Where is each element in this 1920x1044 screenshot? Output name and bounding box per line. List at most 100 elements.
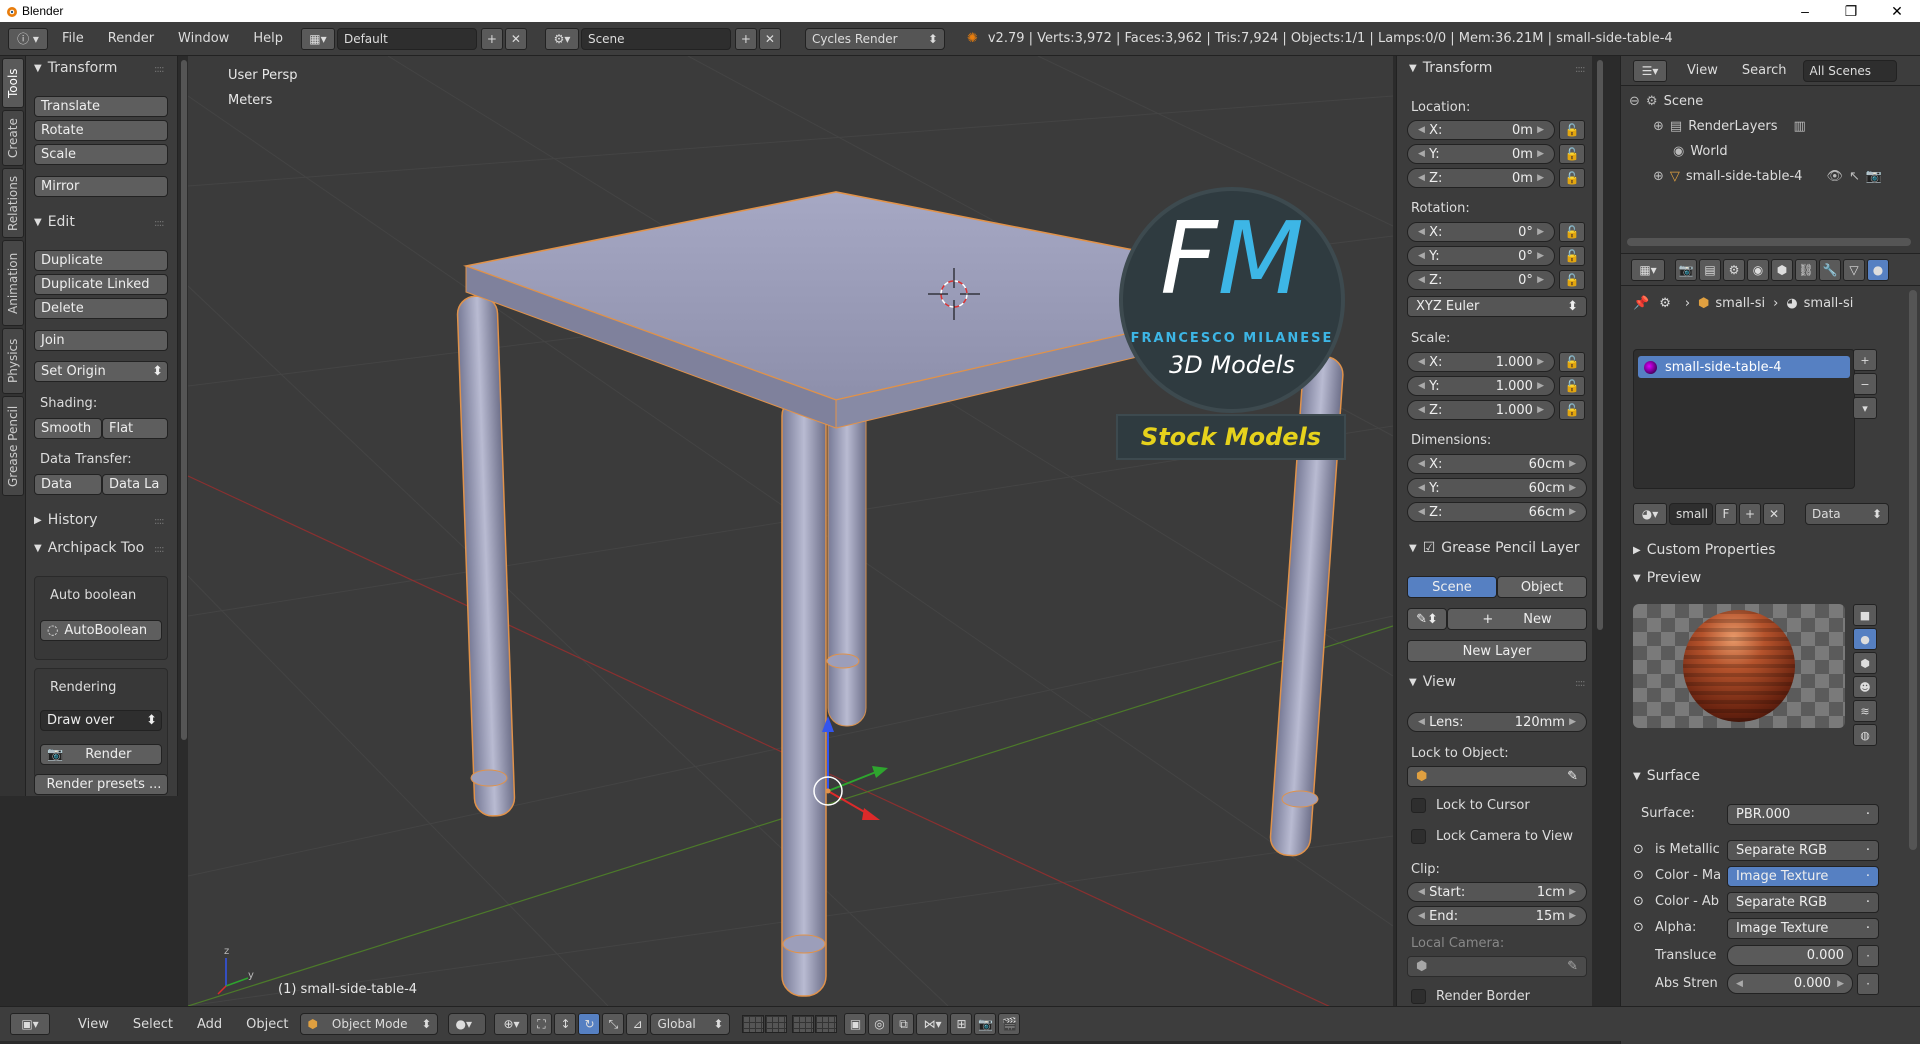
panel-grip-icon[interactable]: ::::: [154, 544, 165, 555]
tab-create[interactable]: Create: [2, 110, 24, 166]
panel-grip-icon[interactable]: ::::: [154, 218, 165, 229]
color-ma-input-field[interactable]: Image Texture ·: [1727, 866, 1879, 887]
lock-icon[interactable]: 🔓: [1559, 376, 1585, 396]
screen-layout-field[interactable]: Default: [336, 27, 477, 50]
arrow-left-icon[interactable]: ◀: [1418, 227, 1425, 237]
arrow-right-icon[interactable]: ▶: [1569, 717, 1576, 727]
arrow-left-icon[interactable]: ◀: [1418, 507, 1425, 517]
arrow-right-icon[interactable]: ▶: [1537, 405, 1544, 415]
gp-object-button[interactable]: Object: [1497, 576, 1587, 598]
preview-cube-icon[interactable]: ⬢: [1853, 652, 1877, 674]
delete-button[interactable]: Delete: [34, 298, 168, 319]
location-y-field[interactable]: ◀ Y: 0m ▶: [1407, 144, 1555, 164]
lock-icon[interactable]: 🔓: [1559, 270, 1585, 290]
material-browse-icon[interactable]: ◕▾: [1633, 503, 1667, 525]
eyedropper-icon[interactable]: ✎: [1567, 769, 1578, 784]
rotation-y-field[interactable]: ◀ Y: 0° ▶: [1407, 246, 1555, 266]
translate-button[interactable]: Translate: [34, 96, 168, 117]
arrow-right-icon[interactable]: ▶: [1569, 459, 1576, 469]
lock-icon[interactable]: 🔓: [1559, 400, 1585, 420]
preview-flat-icon[interactable]: ■: [1853, 604, 1877, 626]
location-z-field[interactable]: ◀ Z: 0m ▶: [1407, 168, 1555, 188]
arrow-left-icon[interactable]: ◀: [1418, 173, 1425, 183]
material-tab-icon[interactable]: ●: [1867, 258, 1889, 281]
preview-header[interactable]: ▼ Preview: [1633, 570, 1701, 586]
arrow-right-icon[interactable]: ▶: [1837, 979, 1844, 989]
scale-manipulator-icon[interactable]: ⤡: [602, 1013, 625, 1035]
lock-icon[interactable]: 🔓: [1559, 120, 1585, 140]
menu-view[interactable]: View: [66, 1017, 121, 1032]
join-button[interactable]: Join: [34, 330, 168, 351]
alpha-input-field[interactable]: Image Texture ·: [1727, 918, 1879, 939]
preview-hair-icon[interactable]: ≋: [1853, 700, 1877, 722]
arrow-left-icon[interactable]: ◀: [1418, 251, 1425, 261]
arrow-left-icon[interactable]: ◀: [1418, 357, 1425, 367]
scene-selector-icon[interactable]: ⚙▾: [544, 27, 579, 50]
outliner-row-object[interactable]: ⊕ ▽ small-side-table-4 👁 ↖ 📷: [1653, 169, 1888, 184]
arrow-right-icon[interactable]: ▶: [1537, 251, 1544, 261]
preview-world-icon[interactable]: ◍: [1853, 724, 1877, 746]
transform-panel-header[interactable]: ▼ Transform: [34, 60, 117, 76]
info-editor-type-icon[interactable]: ⓘ ▾: [8, 27, 48, 50]
lock-icon[interactable]: 🔓: [1559, 168, 1585, 188]
panel-grip-icon[interactable]: ::::: [154, 64, 165, 75]
layers-grid-icon[interactable]: [815, 1015, 838, 1033]
menu-help[interactable]: Help: [241, 31, 295, 46]
clip-start-field[interactable]: ◀ Start: 1cm ▶: [1407, 882, 1587, 902]
archipack-panel-header[interactable]: ▼ Archipack Too: [34, 540, 144, 556]
render-engine-dropdown[interactable]: Cycles Render ⬍: [804, 27, 945, 50]
remove-scene-icon[interactable]: ✕: [758, 27, 781, 50]
slot-menu-icon[interactable]: ▾: [1853, 397, 1877, 419]
tab-tools[interactable]: Tools: [2, 58, 24, 108]
outliner-scrollbar[interactable]: [1627, 238, 1911, 246]
scale-z-field[interactable]: ◀ Z: 1.000 ▶: [1407, 400, 1555, 420]
opengl-render-icon[interactable]: 📷: [974, 1013, 997, 1035]
lens-field[interactable]: ◀ Lens: 120mm ▶: [1407, 712, 1587, 732]
arrow-left-icon[interactable]: ◀: [1736, 979, 1743, 989]
data-transfer-button[interactable]: Data: [34, 474, 102, 495]
arrow-right-icon[interactable]: ▶: [1537, 357, 1544, 367]
outliner-row-renderlayers[interactable]: ⊕ ▤ RenderLayers ▥: [1653, 119, 1812, 134]
remove-layout-icon[interactable]: ✕: [504, 27, 527, 50]
render-button[interactable]: 📷 Render: [40, 744, 162, 765]
color-ab-input-field[interactable]: Separate RGB ·: [1727, 892, 1879, 913]
panel-grip-icon[interactable]: ::::: [1575, 64, 1586, 75]
gp-new-button[interactable]: + New: [1447, 608, 1587, 630]
rotation-z-field[interactable]: ◀ Z: 0° ▶: [1407, 270, 1555, 290]
maximize-icon[interactable]: ❐: [1828, 3, 1874, 20]
input-socket-icon[interactable]: ⊙: [1633, 894, 1644, 909]
render-border-checkbox[interactable]: Render Border: [1411, 989, 1530, 1004]
gp-scene-button[interactable]: Scene: [1407, 576, 1497, 598]
scale-x-field[interactable]: ◀ X: 1.000 ▶: [1407, 352, 1555, 372]
modifiers-tab-icon[interactable]: 🔧: [1819, 258, 1841, 281]
preview-monkey-icon[interactable]: ☻: [1853, 676, 1877, 698]
transform-orientation-dropdown[interactable]: Global ⬍: [650, 1013, 731, 1035]
constraints-tab-icon[interactable]: ⛓: [1795, 258, 1817, 281]
mode-dropdown[interactable]: ⬢ Object Mode ⬍: [300, 1013, 439, 1035]
draw-over-dropdown[interactable]: Draw over ⬍: [40, 710, 162, 731]
scene-field[interactable]: Scene: [580, 27, 731, 50]
lock-to-cursor-checkbox[interactable]: Lock to Cursor: [1411, 798, 1530, 813]
new-material-icon[interactable]: +: [1739, 503, 1761, 525]
gp-new-layer-button[interactable]: New Layer: [1407, 640, 1587, 662]
scrollbar-thumb[interactable]: [1597, 60, 1603, 630]
arrow-left-icon[interactable]: ◀: [1418, 459, 1425, 469]
rotate-button[interactable]: Rotate: [34, 120, 168, 141]
arrow-left-icon[interactable]: ◀: [1418, 405, 1425, 415]
rotation-x-field[interactable]: ◀ X: 0° ▶: [1407, 222, 1555, 242]
arrow-right-icon[interactable]: ▶: [1537, 227, 1544, 237]
properties-region-scrollbar[interactable]: [1596, 60, 1604, 950]
input-socket-icon[interactable]: ⊙: [1633, 920, 1644, 935]
scale-y-field[interactable]: ◀ Y: 1.000 ▶: [1407, 376, 1555, 396]
translate-manipulator-icon[interactable]: ↕: [554, 1013, 577, 1035]
custom-properties-header[interactable]: ▶ Custom Properties: [1633, 542, 1776, 558]
properties-scrollbar[interactable]: [1909, 290, 1917, 850]
dimension-x-field[interactable]: ◀ X: 60cm ▶: [1407, 454, 1587, 474]
outliner-search-menu[interactable]: Search: [1742, 63, 1787, 78]
menu-file[interactable]: File: [50, 31, 96, 46]
clip-end-field[interactable]: ◀ End: 15m ▶: [1407, 906, 1587, 926]
material-slot[interactable]: small-side-table-4: [1638, 356, 1850, 378]
arrow-left-icon[interactable]: ◀: [1418, 911, 1425, 921]
object-tab-icon[interactable]: ⬢: [1771, 258, 1793, 281]
smooth-button[interactable]: Smooth: [34, 418, 102, 439]
